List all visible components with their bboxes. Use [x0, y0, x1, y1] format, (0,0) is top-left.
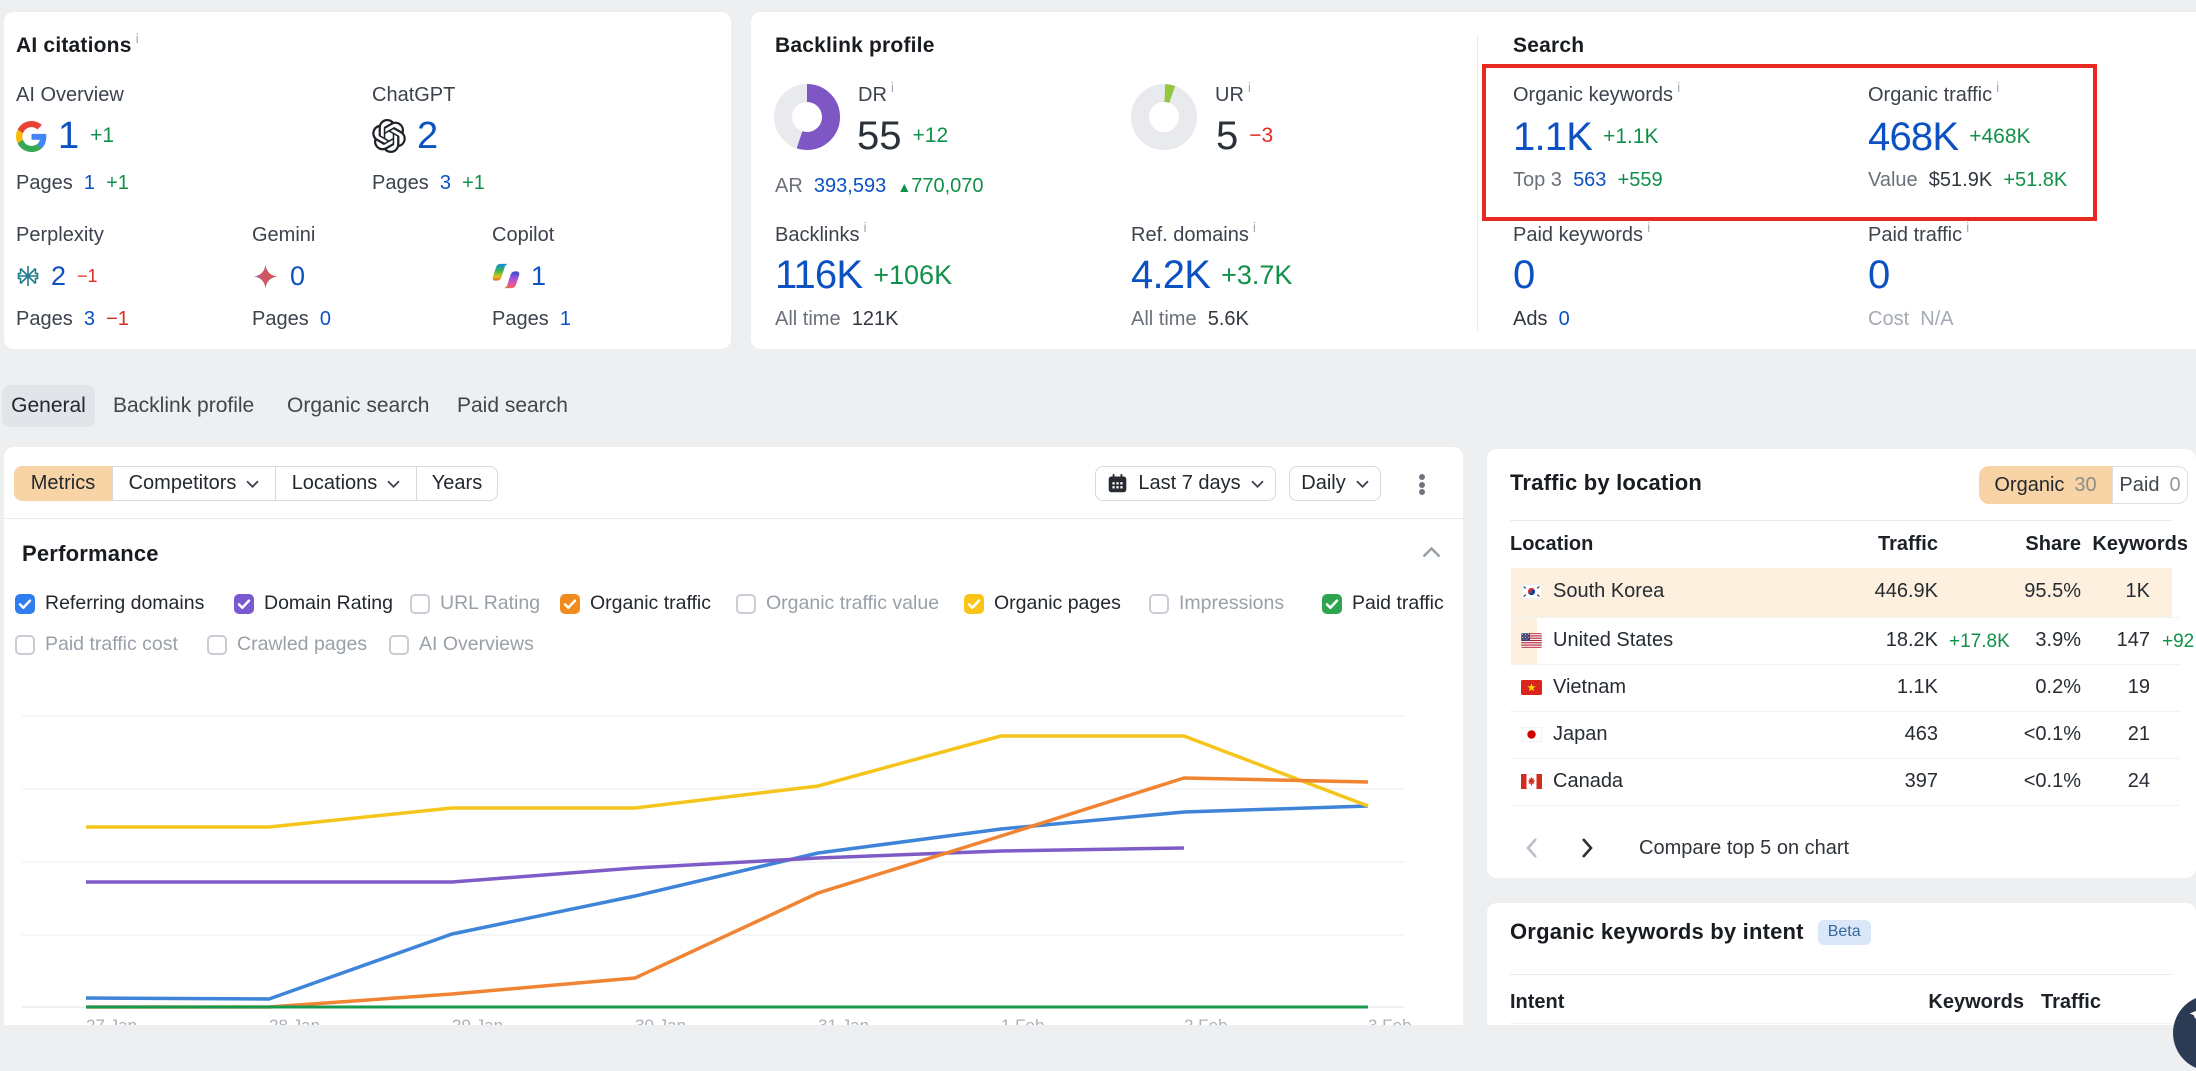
svg-text:28 Jan: 28 Jan: [269, 1016, 320, 1025]
svg-text:31 Jan: 31 Jan: [818, 1016, 869, 1025]
svg-text:3 Feb: 3 Feb: [1368, 1016, 1411, 1025]
svg-text:2 Feb: 2 Feb: [1184, 1016, 1227, 1025]
svg-text:27 Jan: 27 Jan: [86, 1016, 137, 1025]
svg-text:30 Jan: 30 Jan: [635, 1016, 686, 1025]
svg-text:29 Jan: 29 Jan: [452, 1016, 503, 1025]
svg-text:1 Feb: 1 Feb: [1001, 1016, 1044, 1025]
